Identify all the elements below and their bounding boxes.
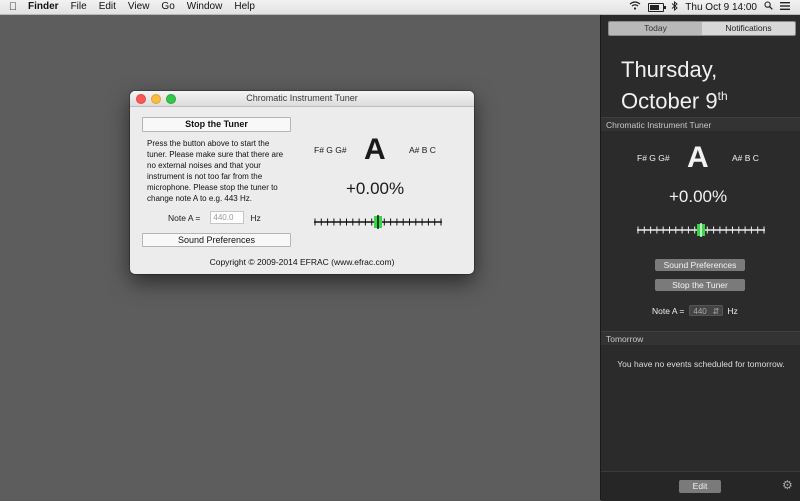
copyright-text: Copyright © 2009-2014 EFRAC (www.efrac.c… [209, 257, 395, 267]
higher-notes: A# B C [409, 145, 436, 155]
nc-detected-note: A [687, 141, 709, 174]
detected-note: A [364, 133, 386, 166]
tuner-display: F# G G# A A# B C +0.00% [312, 131, 462, 241]
sound-preferences-button[interactable]: Sound Preferences [142, 233, 291, 247]
nc-note-a-value: 440 [693, 307, 707, 316]
nc-tuner-display: F# G G# A A# B C +0.00% [635, 139, 785, 249]
nc-note-a-row: Note A = 440 ⇵ Hz [652, 305, 738, 316]
date-month-day: October 9th [621, 83, 728, 114]
stepper-arrows-icon[interactable]: ⇵ [713, 306, 720, 316]
nc-lower-notes: F# G G# [637, 153, 670, 163]
note-a-row: Note A = 440.0 Hz [168, 211, 261, 224]
date-weekday: Thursday, [621, 57, 718, 82]
window-title: Chromatic Instrument Tuner [246, 93, 358, 103]
menu-bar:  Finder File Edit View Go Window Help T… [0, 0, 800, 15]
menu-finder[interactable]: Finder [26, 0, 65, 14]
zoom-button[interactable] [166, 94, 176, 104]
wifi-icon[interactable] [629, 1, 641, 13]
search-icon[interactable] [764, 1, 773, 13]
edit-button[interactable]: Edit [679, 480, 721, 493]
lower-notes: F# G G# [314, 145, 347, 155]
nc-higher-notes: A# B C [732, 153, 759, 163]
close-button[interactable] [136, 94, 146, 104]
window-titlebar[interactable]: Chromatic Instrument Tuner [130, 91, 474, 107]
nc-cents-deviation: +0.00% [669, 187, 728, 206]
date-suffix: th [717, 89, 728, 103]
note-a-input[interactable]: 440.0 [210, 211, 245, 224]
instructions-text: Press the button above to start the tune… [147, 139, 284, 203]
tuning-meter [314, 215, 442, 229]
nc-sound-preferences-button[interactable]: Sound Preferences [655, 259, 745, 271]
date-heading: Thursday, October 9th [621, 57, 728, 114]
tomorrow-header: Tomorrow [601, 331, 800, 345]
widget-header: Chromatic Instrument Tuner [601, 117, 800, 131]
date-month: October 9 [621, 88, 718, 114]
nc-bottom-bar: Edit ⚙ [601, 471, 800, 501]
tab-today[interactable]: Today [609, 22, 702, 35]
battery-icon[interactable] [648, 2, 667, 12]
nc-note-a-label: Note A = [652, 305, 685, 316]
nc-stop-tuner-button[interactable]: Stop the Tuner [655, 279, 745, 291]
status-area: Thu Oct 9 14:00 [629, 0, 800, 14]
bluetooth-icon[interactable] [671, 0, 679, 14]
nc-tuning-meter [637, 223, 765, 237]
settings-gear-icon[interactable]: ⚙ [782, 478, 793, 492]
note-a-label: Note A = [168, 212, 201, 223]
menu-file[interactable]: File [65, 0, 93, 14]
menu-edit[interactable]: Edit [93, 0, 122, 14]
menu-window[interactable]: Window [181, 0, 229, 14]
no-events-text: You have no events scheduled for tomorro… [617, 359, 785, 369]
tab-notifications[interactable]: Notifications [702, 22, 795, 35]
menu-view[interactable]: View [122, 0, 156, 14]
nc-note-a-stepper[interactable]: 440 ⇵ [689, 305, 724, 316]
clock[interactable]: Thu Oct 9 14:00 [685, 2, 757, 13]
notification-center: Today Notifications Thursday, October 9t… [600, 15, 800, 501]
stop-tuner-button[interactable]: Stop the Tuner [142, 117, 291, 132]
cents-deviation: +0.00% [346, 179, 405, 198]
tuner-window: Chromatic Instrument Tuner Stop the Tune… [130, 91, 474, 274]
list-icon[interactable] [780, 1, 790, 13]
nc-tab-bar: Today Notifications [608, 21, 796, 36]
menu-go[interactable]: Go [155, 0, 180, 14]
hz-label: Hz [250, 212, 261, 223]
apple-logo-icon[interactable]:  [0, 1, 26, 13]
menu-help[interactable]: Help [228, 0, 261, 14]
minimize-button[interactable] [151, 94, 161, 104]
nc-hz-label: Hz [727, 305, 738, 316]
